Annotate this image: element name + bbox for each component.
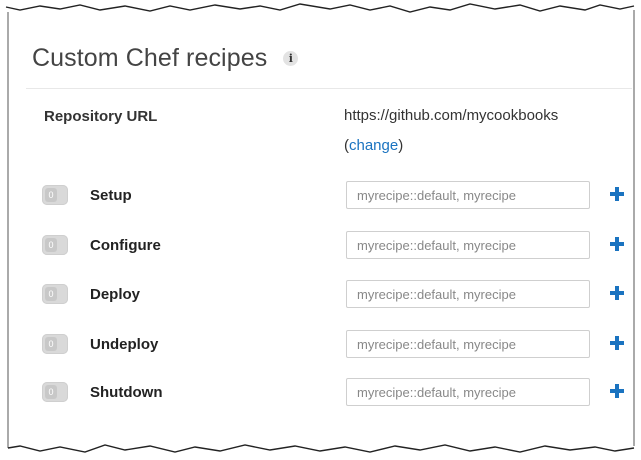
deploy-toggle[interactable]: 0: [42, 284, 68, 304]
configure-label: Configure: [90, 237, 161, 254]
shutdown-add-plus-icon[interactable]: [609, 383, 625, 399]
deploy-label: Deploy: [90, 286, 141, 303]
repository-change: (change): [344, 131, 558, 161]
recipe-row-deploy: 0 Deploy: [0, 280, 641, 310]
configure-toggle[interactable]: 0: [42, 235, 68, 255]
toggle-knob: 0: [45, 337, 57, 351]
toggle-knob: 0: [45, 287, 57, 301]
shutdown-toggle[interactable]: 0: [42, 382, 68, 402]
undeploy-add-plus-icon[interactable]: [609, 335, 625, 351]
setup-add-plus-icon[interactable]: [609, 186, 625, 202]
undeploy-toggle[interactable]: 0: [42, 334, 68, 354]
setup-recipes-input[interactable]: [346, 181, 590, 209]
repository-url-text: https://github.com/mycookbooks: [344, 107, 559, 124]
change-repository-link[interactable]: change: [349, 137, 398, 154]
page-title: Custom Chef recipes: [32, 43, 268, 72]
info-icon[interactable]: i: [283, 50, 299, 66]
change-close-paren: ): [398, 137, 404, 154]
setup-label: Setup: [90, 187, 132, 204]
toggle-knob: 0: [45, 238, 57, 252]
recipe-row-undeploy: 0 Undeploy: [0, 330, 641, 360]
configure-recipes-input[interactable]: [346, 231, 590, 259]
deploy-add-plus-icon[interactable]: [609, 285, 625, 301]
toggle-knob: 0: [45, 188, 57, 202]
undeploy-label: Undeploy: [90, 336, 159, 353]
undeploy-recipes-input[interactable]: [346, 330, 590, 358]
toggle-knob: 0: [45, 385, 57, 399]
shutdown-recipes-input[interactable]: [346, 378, 590, 406]
recipe-row-shutdown: 0 Shutdown: [0, 378, 641, 408]
recipe-row-setup: 0 Setup: [0, 181, 641, 211]
repository-url-label: Repository URL: [44, 108, 158, 125]
repository-url-value: https://github.com/mycookbooks (change): [344, 101, 558, 161]
shutdown-label: Shutdown: [90, 384, 163, 401]
configure-add-plus-icon[interactable]: [609, 236, 625, 252]
recipe-row-configure: 0 Configure: [0, 231, 641, 261]
deploy-recipes-input[interactable]: [346, 280, 590, 308]
title-divider: [26, 88, 632, 89]
title-row: Custom Chef recipes i: [32, 38, 299, 78]
setup-toggle[interactable]: 0: [42, 185, 68, 205]
